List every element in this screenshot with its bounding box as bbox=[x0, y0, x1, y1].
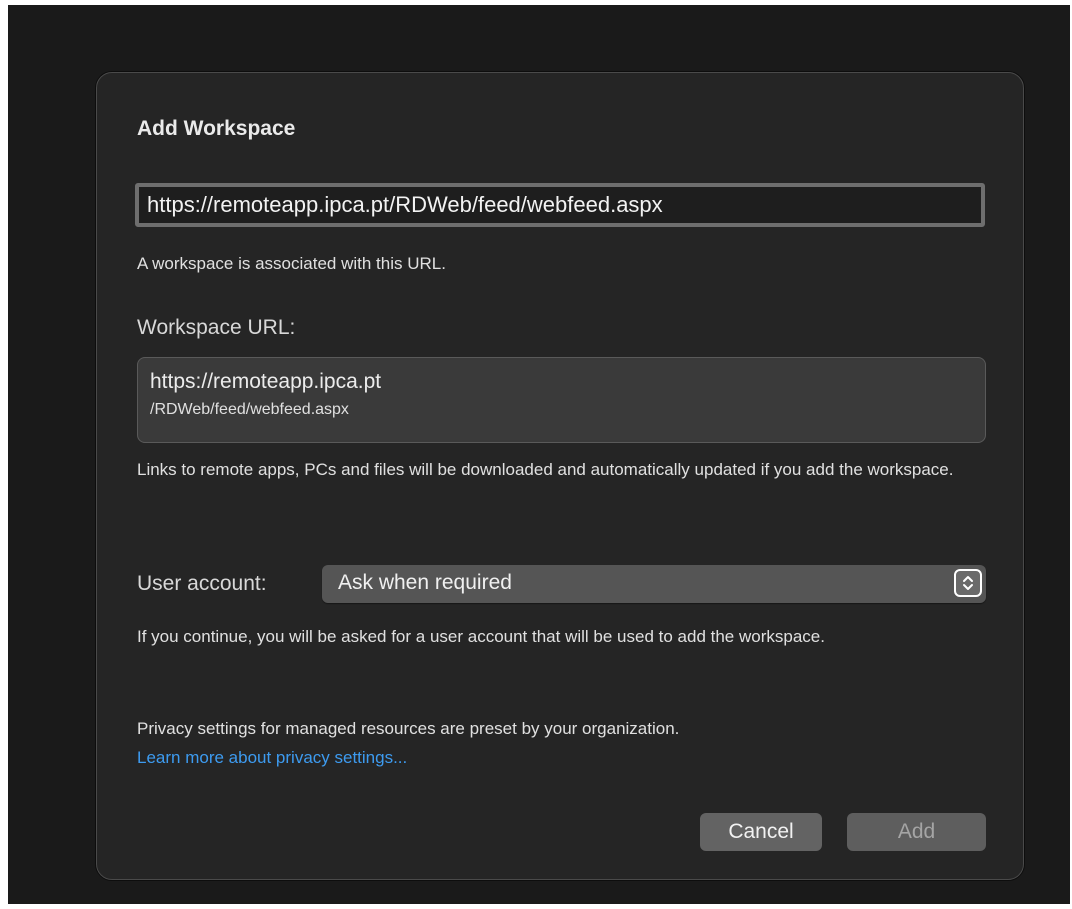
workspace-url-display: https://remoteapp.ipca.pt /RDWeb/feed/we… bbox=[137, 357, 986, 443]
links-info-text: Links to remote apps, PCs and files will… bbox=[137, 460, 954, 479]
workspace-url-host: https://remoteapp.ipca.pt bbox=[150, 370, 382, 393]
privacy-settings-link[interactable]: Learn more about privacy settings... bbox=[137, 748, 407, 768]
dialog-title: Add Workspace bbox=[137, 117, 296, 140]
add-workspace-dialog: Add Workspace A workspace is associated … bbox=[96, 72, 1024, 880]
user-account-selected-value: Ask when required bbox=[338, 571, 512, 594]
continue-info-text: If you continue, you will be asked for a… bbox=[137, 627, 825, 646]
workspace-url-path: /RDWeb/feed/webfeed.aspx bbox=[150, 401, 349, 418]
cancel-button[interactable]: Cancel bbox=[700, 813, 822, 851]
add-button[interactable]: Add bbox=[847, 813, 986, 851]
chevron-up-down-icon bbox=[954, 569, 982, 597]
association-message: A workspace is associated with this URL. bbox=[137, 254, 446, 273]
user-account-select[interactable]: Ask when required bbox=[322, 565, 986, 603]
workspace-url-label: Workspace URL: bbox=[137, 316, 296, 339]
workspace-url-input[interactable] bbox=[135, 183, 985, 227]
user-account-label: User account: bbox=[137, 572, 267, 595]
privacy-info-text: Privacy settings for managed resources a… bbox=[137, 719, 680, 738]
